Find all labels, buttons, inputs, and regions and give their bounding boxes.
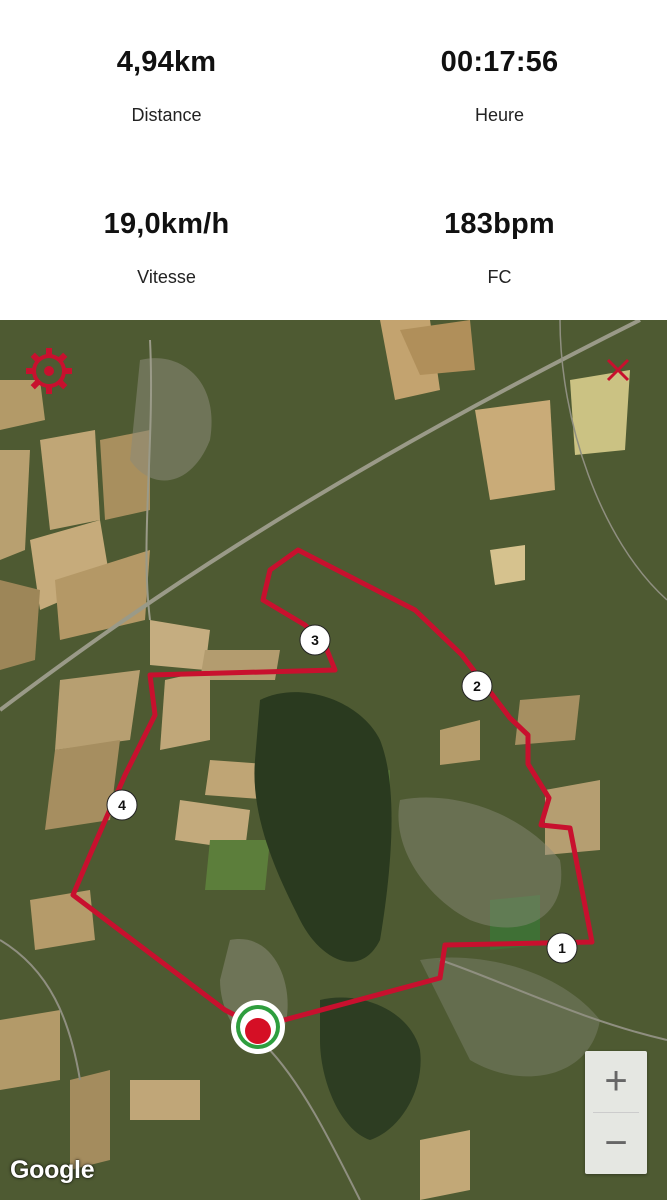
route-marker-4[interactable]: 4 — [106, 789, 138, 821]
heart-rate-label: FC — [487, 267, 512, 287]
close-button[interactable] — [602, 354, 634, 386]
distance-stat: 4,94km Distance — [0, 46, 333, 126]
time-label: Heure — [474, 105, 525, 125]
route-marker-2-label: 2 — [473, 678, 481, 694]
zoom-controls: + − — [585, 1051, 647, 1174]
route-marker-3[interactable]: 3 — [299, 624, 331, 656]
route-marker-4-label: 4 — [118, 797, 126, 813]
start-marker[interactable] — [231, 1000, 285, 1054]
speed-value: 19,0km/h — [103, 208, 230, 240]
route-path — [70, 547, 595, 1030]
route-marker-1[interactable]: 1 — [546, 932, 578, 964]
time-value: 00:17:56 — [440, 46, 559, 78]
settings-button[interactable] — [24, 346, 74, 396]
distance-label: Distance — [131, 105, 202, 125]
route-marker-1-label: 1 — [558, 940, 566, 956]
zoom-in-button[interactable]: + — [585, 1051, 647, 1112]
route-overlay: 1 2 3 4 — [70, 547, 595, 1054]
heart-rate-stat: 183bpm FC — [333, 208, 666, 288]
speed-label: Vitesse — [137, 267, 196, 287]
speed-stat: 19,0km/h Vitesse — [0, 208, 333, 288]
google-attribution[interactable]: Google — [10, 1156, 95, 1185]
map-view[interactable]: 1 2 3 4 + − Google — [0, 320, 667, 1200]
stats-panel: 4,94km Distance 00:17:56 Heure 19,0km/h … — [0, 0, 667, 320]
distance-value: 4,94km — [116, 46, 217, 78]
zoom-out-button[interactable]: − — [585, 1113, 647, 1174]
heart-rate-value: 183bpm — [444, 208, 555, 240]
gear-icon — [26, 348, 72, 394]
close-icon — [606, 358, 630, 382]
time-stat: 00:17:56 Heure — [333, 46, 666, 126]
route-marker-3-label: 3 — [311, 632, 319, 648]
route-marker-2[interactable]: 2 — [461, 670, 493, 702]
